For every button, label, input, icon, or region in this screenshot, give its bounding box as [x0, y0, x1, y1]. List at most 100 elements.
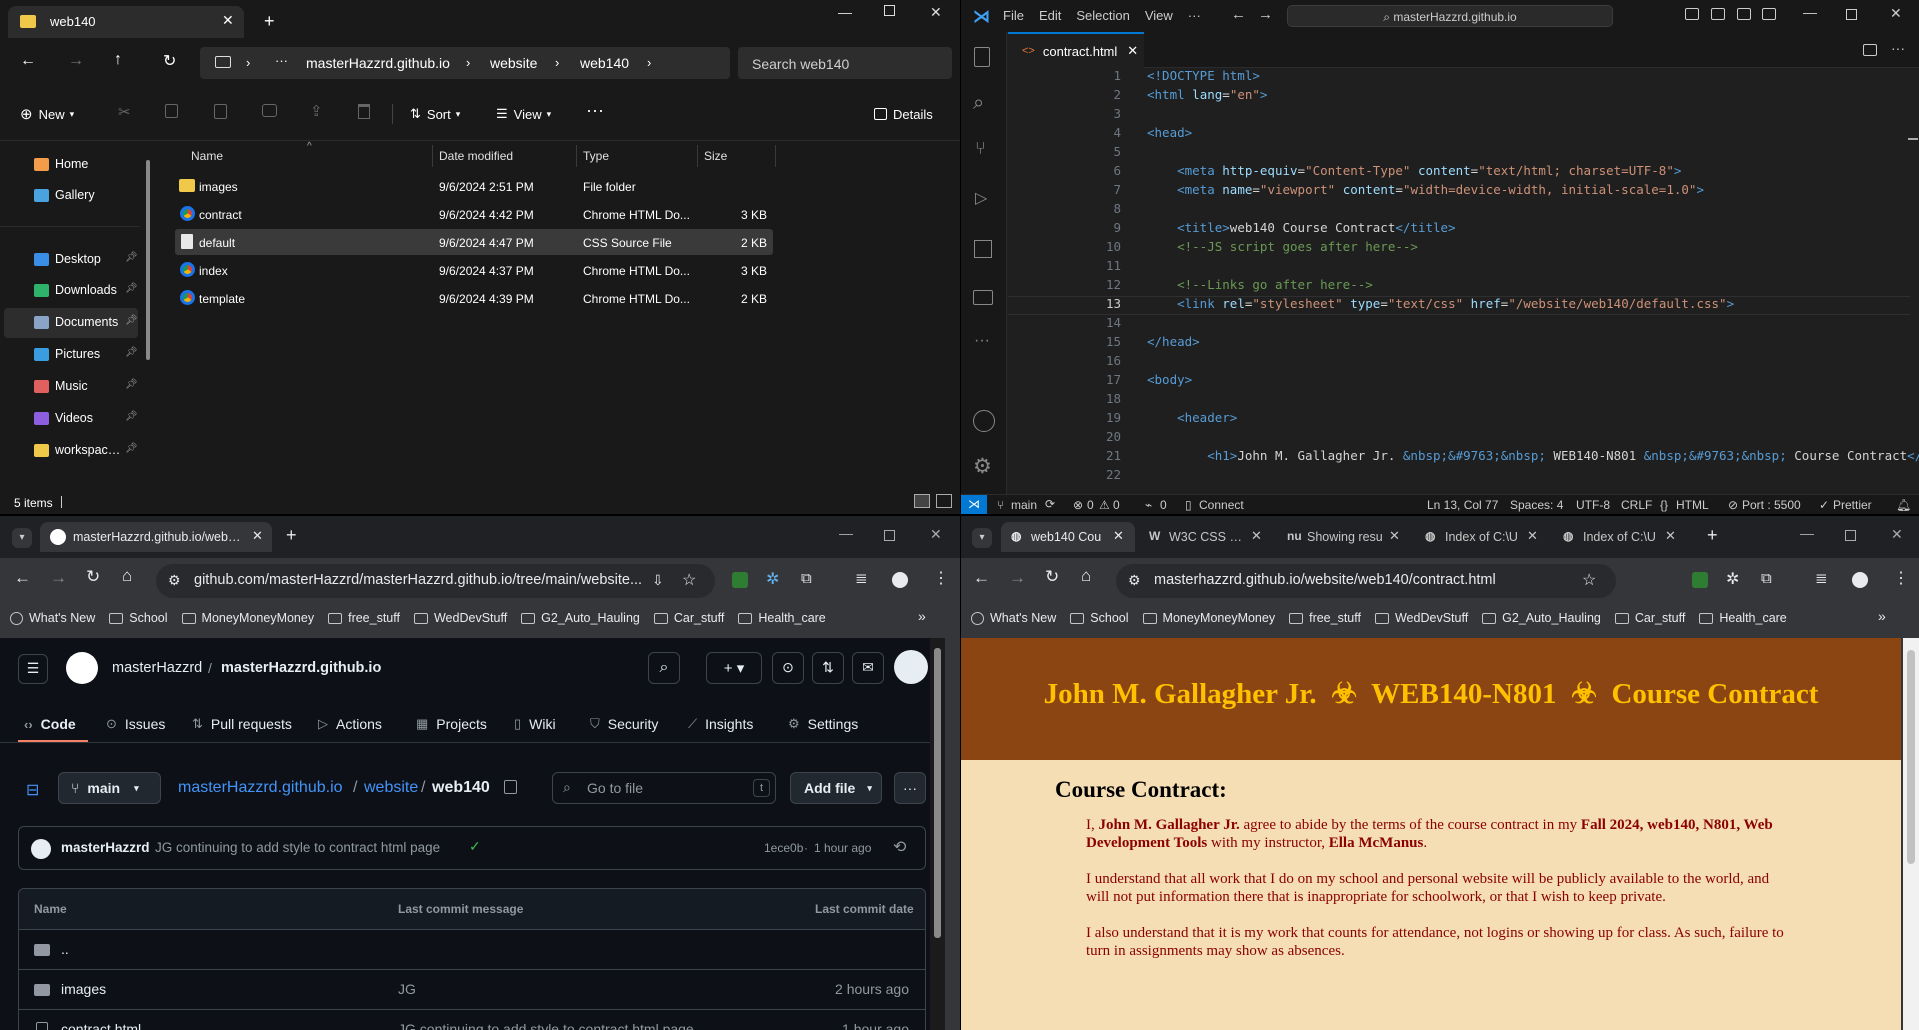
sync-icon[interactable]: ⟳: [1045, 497, 1055, 511]
nav-item[interactable]: Music 📌︎: [4, 372, 138, 402]
bookmark-item[interactable]: Health_care: [1699, 611, 1787, 625]
menu-item[interactable]: View: [1145, 8, 1173, 23]
bookmark-item[interactable]: School: [1070, 611, 1129, 625]
tab-search-icon[interactable]: ▾: [12, 528, 32, 548]
close-window-icon[interactable]: ✕: [930, 526, 942, 543]
command-center-search[interactable]: ⌕ masterHazzrd.github.io: [1287, 5, 1613, 27]
code-line[interactable]: 5: [1071, 144, 1919, 163]
indentation[interactable]: Spaces: 4: [1510, 498, 1563, 512]
scrollbar-thumb[interactable]: [934, 648, 941, 938]
forward-icon[interactable]: →: [68, 52, 84, 70]
table-row[interactable]: contract.html JG continuing to add style …: [19, 1009, 925, 1030]
split-editor-icon[interactable]: [1863, 44, 1877, 56]
minimize-icon[interactable]: —: [1800, 525, 1814, 541]
copy-icon[interactable]: [165, 104, 178, 118]
bookmark-item[interactable]: Car_stuff: [653, 611, 724, 625]
code-line[interactable]: 19 <header>: [1071, 410, 1919, 429]
scrollbar-track[interactable]: [1903, 638, 1919, 1030]
bookmark-star-icon[interactable]: ☆: [1582, 570, 1596, 590]
explorer-tab[interactable]: web140 ✕: [8, 6, 244, 38]
media-controls-icon[interactable]: ≣: [855, 569, 868, 587]
code-line[interactable]: 4 <head>: [1071, 125, 1919, 144]
explorer-icon[interactable]: [974, 47, 990, 67]
encoding[interactable]: UTF-8: [1576, 498, 1610, 512]
maximize-icon[interactable]: [884, 530, 895, 541]
code-line[interactable]: 13 <link rel="stylesheet" type="text/css…: [1071, 296, 1919, 315]
search-icon[interactable]: ⌕: [973, 92, 984, 115]
pull-requests-icon[interactable]: ⇅: [812, 652, 844, 684]
bookmark-star-icon[interactable]: ☆: [682, 570, 696, 590]
code-line[interactable]: 20: [1071, 429, 1919, 448]
language-mode[interactable]: HTML: [1676, 498, 1709, 512]
extensions-puzzle-icon[interactable]: ⧉: [801, 570, 812, 587]
close-icon[interactable]: ✕: [1389, 528, 1400, 544]
new-button[interactable]: ⊕ New ▾: [20, 100, 74, 128]
search-icon[interactable]: ⌕: [648, 652, 680, 684]
repo-tab-actions[interactable]: ▷ Actions: [318, 710, 382, 738]
code-line[interactable]: 17 <body>: [1071, 372, 1919, 391]
back-icon[interactable]: ←: [973, 568, 990, 588]
history-icon[interactable]: ⟲: [893, 837, 906, 857]
browser-tab[interactable]: nu Showing resu ✕: [1277, 522, 1411, 552]
minimap-slider[interactable]: [1908, 138, 1918, 140]
add-file-button[interactable]: Add file ▾: [790, 772, 882, 804]
minimize-icon[interactable]: —: [839, 525, 853, 541]
row-name[interactable]: contract.html: [61, 1021, 141, 1030]
code-line[interactable]: 2 <html lang="en">: [1071, 87, 1919, 106]
bookmark-item[interactable]: G2_Auto_Hauling: [1482, 611, 1601, 625]
nav-item[interactable]: workspace_s 📌︎: [4, 436, 138, 466]
profile-avatar-icon[interactable]: [1852, 572, 1868, 588]
column-type[interactable]: Type: [583, 149, 609, 163]
extension-icon[interactable]: [732, 572, 748, 588]
browser-tab-github[interactable]: masterHazzrd.github.io/website ✕: [40, 522, 272, 552]
delete-icon[interactable]: [358, 104, 370, 119]
customize-layout-icon[interactable]: [1762, 8, 1776, 20]
issues-icon[interactable]: ⊙: [772, 652, 804, 684]
row-commit-message[interactable]: JG: [398, 981, 416, 997]
accounts-icon[interactable]: [973, 410, 995, 432]
extensions-icon[interactable]: [974, 240, 992, 258]
commit-author[interactable]: masterHazzrd: [61, 840, 150, 855]
breadcrumb-item[interactable]: masterHazzrd.github.io: [306, 55, 450, 71]
menu-item[interactable]: Edit: [1039, 8, 1061, 23]
line-endings[interactable]: CRLF: [1621, 498, 1652, 512]
new-tab-icon[interactable]: +: [264, 11, 275, 32]
inbox-icon[interactable]: ✉: [852, 652, 884, 684]
media-controls-icon[interactable]: ≣: [1815, 569, 1828, 587]
connect-label[interactable]: Connect: [1199, 498, 1244, 512]
code-line[interactable]: 7 <meta name="viewport" content="width=d…: [1071, 182, 1919, 201]
warning-count[interactable]: 0: [1113, 498, 1120, 512]
branch-name[interactable]: main: [1011, 498, 1037, 512]
notifications-icon[interactable]: 🔔︎: [1896, 498, 1911, 512]
extension-icon[interactable]: [1692, 572, 1708, 588]
new-tab-icon[interactable]: +: [1707, 525, 1718, 546]
remote-explorer-icon[interactable]: [973, 290, 993, 305]
source-control-icon[interactable]: ⑂: [975, 138, 986, 159]
bookmark-item[interactable]: WedDevStuff: [413, 611, 507, 625]
reload-icon[interactable]: ↻: [86, 567, 100, 587]
maximize-icon[interactable]: [1846, 9, 1857, 20]
toggle-sidebar-icon[interactable]: [1685, 8, 1699, 20]
paste-icon[interactable]: [214, 104, 227, 119]
sort-button[interactable]: ⇅ Sort ▾: [410, 100, 460, 128]
run-debug-icon[interactable]: ▷: [975, 188, 987, 208]
extension-icon[interactable]: ✲: [766, 569, 779, 589]
bookmark-item[interactable]: free_stuff: [328, 611, 400, 625]
more-bookmarks-icon[interactable]: »: [918, 608, 926, 624]
repo-tab-pull-requests[interactable]: ⇅ Pull requests: [192, 710, 292, 738]
close-icon[interactable]: ✕: [1527, 528, 1538, 544]
bookmark-item[interactable]: What's New: [10, 611, 95, 625]
refresh-icon[interactable]: ↻: [163, 51, 176, 71]
forward-icon[interactable]: →: [50, 568, 67, 588]
code-line[interactable]: 8: [1071, 201, 1919, 220]
file-row[interactable]: index 9/6/2024 4:37 PM Chrome HTML Do... 3 …: [175, 257, 773, 283]
forward-icon[interactable]: →: [1258, 6, 1273, 23]
row-name[interactable]: ..: [61, 941, 69, 957]
repo-name-link[interactable]: masterHazzrd.github.io: [221, 660, 381, 676]
nav-item[interactable]: Pictures 📌︎: [4, 340, 138, 370]
close-window-icon[interactable]: ✕: [930, 4, 942, 21]
table-row[interactable]: ..: [19, 929, 925, 969]
share-icon[interactable]: ⇪: [310, 102, 323, 120]
back-icon[interactable]: ←: [14, 568, 31, 588]
rename-icon[interactable]: [262, 104, 277, 117]
